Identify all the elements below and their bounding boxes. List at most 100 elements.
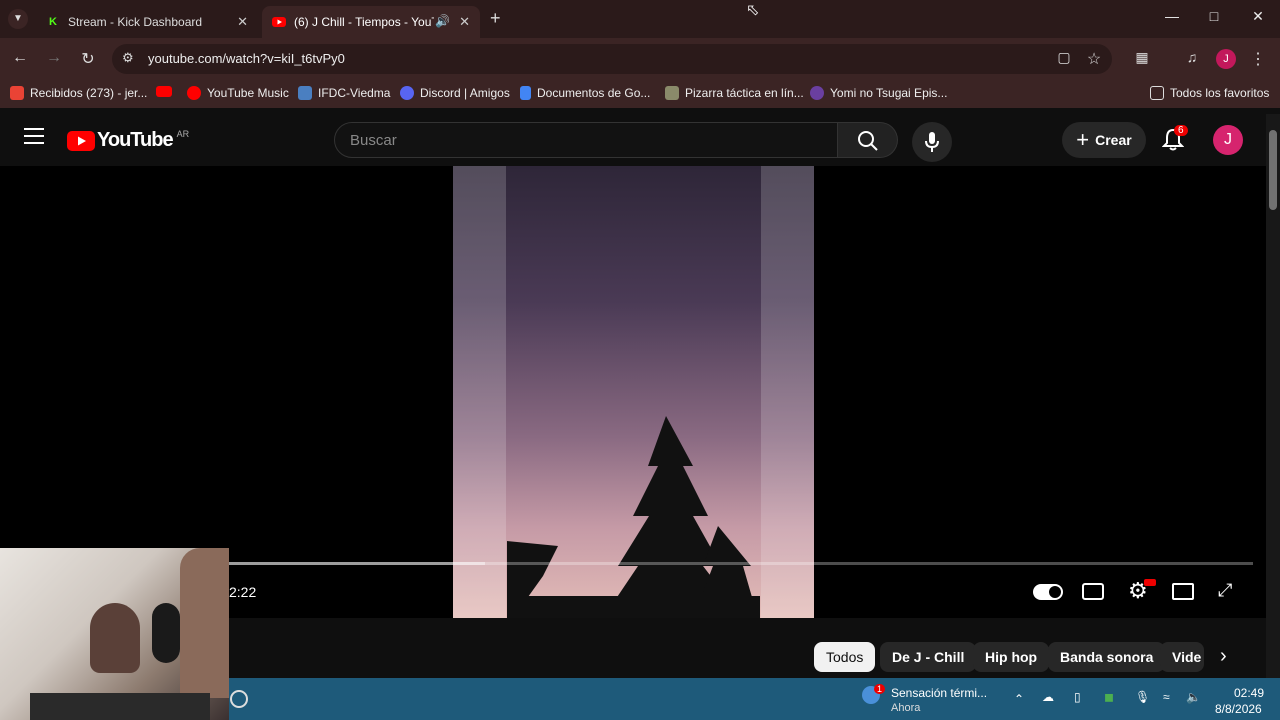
bookmark-label: Yomi no Tsugai Epis... [830,86,948,100]
new-tab-button[interactable]: + [490,8,501,29]
chip-video[interactable]: Vide [1160,642,1204,672]
keyboard [30,693,210,720]
notifications-button[interactable]: 6 [1161,125,1188,157]
url-text: youtube.com/watch?v=kiI_t6tvPy0 [148,51,345,66]
bookmark-youtube[interactable] [156,86,178,97]
anime-icon [810,86,824,100]
pizarra-icon [665,86,679,100]
bookmark-label: YouTube Music [207,86,289,100]
search-button[interactable] [838,122,898,158]
chip-banda-sonora[interactable]: Banda sonora [1048,642,1166,672]
bookmark-ifdc[interactable]: IFDC-Viedma [298,86,390,100]
cloud-icon[interactable]: ☁ [1042,690,1054,704]
all-bookmarks-button[interactable]: Todos los favoritos [1150,86,1269,100]
menu-dots-icon[interactable]: ⋮ [1248,49,1268,69]
region-code: AR [176,128,190,139]
scrollbar-thumb[interactable] [1269,130,1277,210]
volume-icon[interactable]: 🔈 [1186,690,1201,704]
chip-todos[interactable]: Todos [814,642,876,672]
hd-badge [1144,579,1156,586]
youtube-icon [272,15,286,29]
close-window-button[interactable]: ✕ [1238,8,1278,25]
autoplay-toggle[interactable] [1033,584,1063,600]
security-shield-icon[interactable]: ◼ [1104,690,1114,704]
site-info-icon[interactable]: ⚙ [122,50,134,66]
subtitles-icon[interactable] [1082,583,1104,600]
progress-bar-track[interactable] [229,562,1253,565]
hamburger-menu-icon[interactable] [24,128,44,144]
tab-title: (6) J Chill - Tiempos - YouTu [294,15,434,29]
close-tab-icon[interactable]: ✕ [459,14,470,30]
bookmark-label: Recibidos (273) - jer... [30,86,148,100]
obs-icon[interactable] [230,690,248,708]
wifi-icon[interactable]: ≈ [1163,690,1170,704]
bookmark-docs[interactable]: Documentos de Go... [520,86,650,100]
voice-search-button[interactable] [912,122,952,162]
tab-search-button[interactable]: ▼ [8,9,28,29]
autoplay-play-icon [1049,586,1061,598]
bookmark-star-icon[interactable]: ☆ [1084,49,1104,69]
theater-mode-icon[interactable] [1172,583,1194,600]
minimize-button[interactable]: — [1152,8,1192,24]
chevron-up-icon[interactable]: ⌃ [1014,692,1024,706]
bookmark-label: Documentos de Go... [537,86,651,100]
bookmark-label: IFDC-Viedma [318,86,391,100]
bookmark-label: Todos los favoritos [1170,86,1270,100]
forward-icon[interactable]: → [44,49,64,67]
create-label: Crear [1095,132,1132,148]
extensions-icon[interactable]: ▦ [1132,49,1152,66]
clock-date[interactable]: 8/8/2026 [1215,702,1262,716]
close-tab-icon[interactable]: ✕ [237,14,248,30]
scrollbar[interactable] [1266,114,1280,678]
ifdc-icon [298,86,312,100]
profile-avatar[interactable]: J [1216,49,1236,69]
browser-tab-strip: ▼ K Stream - Kick Dashboard ✕ (6) J Chil… [0,0,1280,38]
avatar[interactable]: J [1213,125,1243,155]
bookmark-gmail[interactable]: Recibidos (273) - jer... [10,86,147,100]
folder-icon [1150,86,1164,100]
gmail-icon [10,86,24,100]
media-control-icon[interactable]: ♫ [1182,49,1202,65]
time-display: 2:22 [229,584,257,600]
chip-hip-hop[interactable]: Hip hop [973,642,1050,672]
person-right-silhouette [180,548,229,698]
reload-icon[interactable]: ↻ [78,49,98,69]
weather-label[interactable]: Sensación térmi... [891,686,987,700]
tab-title: Stream - Kick Dashboard [68,15,203,29]
docs-icon [520,86,531,100]
bookmark-discord[interactable]: Discord | Amigos [400,86,510,100]
chevron-right-icon[interactable]: › [1220,645,1227,668]
bookmark-label: Pizarra táctica en lín... [685,86,804,100]
usb-icon[interactable]: ▯ [1074,690,1081,704]
mouse-cursor-icon: ⬁ [746,2,760,19]
tab-kick-dashboard[interactable]: K Stream - Kick Dashboard ✕ [36,6,258,38]
youtube-music-icon [187,86,201,100]
search-icon [858,131,878,151]
person-left-silhouette [90,603,140,673]
search-input[interactable]: Buscar [334,122,838,158]
maximize-button[interactable]: □ [1194,8,1234,24]
microphone-icon [925,132,939,152]
chip-de-j-chill[interactable]: De J - Chill [880,642,977,672]
weather-badge: 1 [874,684,886,694]
bookmark-label: Discord | Amigos [420,86,510,100]
bookmark-pizarra[interactable]: Pizarra táctica en lín... [665,86,804,100]
back-icon[interactable]: ← [10,49,30,67]
tab-youtube[interactable]: (6) J Chill - Tiempos - YouTu 🔊 ✕ [262,6,480,38]
youtube-icon [67,130,95,151]
speaker-icon[interactable]: 🔊 [435,14,450,28]
discord-icon [400,86,414,100]
clock-time[interactable]: 02:49 [1234,686,1264,700]
create-button[interactable]: + Crear [1062,122,1146,158]
youtube-logo[interactable]: YouTube AR [67,129,189,152]
bookmarks-bar: Recibidos (273) - jer... YouTube Music I… [0,80,1280,108]
bookmark-youtube-music[interactable]: YouTube Music [187,86,289,100]
address-bar[interactable]: ⚙ youtube.com/watch?v=kiI_t6tvPy0 [112,44,1112,74]
youtube-logo-text: YouTube [97,129,174,151]
browser-toolbar: ← → ↻ ⚙ youtube.com/watch?v=kiI_t6tvPy0 … [0,38,1280,80]
plus-icon: + [1076,127,1090,152]
microphone-tray-icon[interactable]: 🎙 [1135,690,1150,704]
bookmark-anime[interactable]: Yomi no Tsugai Epis... [810,86,947,100]
install-app-icon[interactable]: ▢ [1054,49,1074,66]
fullscreen-icon[interactable]: ⤢ [1218,580,1232,601]
